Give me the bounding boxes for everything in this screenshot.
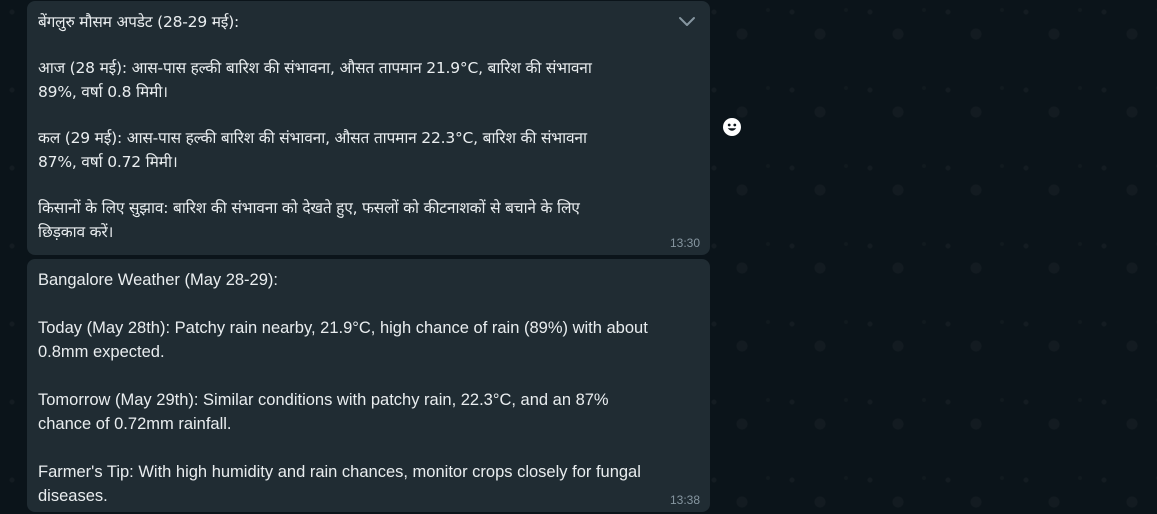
message-paragraph-tomorrow: कल (29 मई): आस-पास हल्की बारिश की संभावन… <box>38 129 587 171</box>
chevron-down-icon[interactable] <box>676 10 698 32</box>
message-bubble-english[interactable]: Bangalore Weather (May 28-29): Today (Ma… <box>27 259 710 512</box>
message-timestamp: 13:30 <box>669 236 700 250</box>
smiley-icon[interactable] <box>721 116 743 138</box>
message-title: बेंगलुरु मौसम अपडेट (28-29 मई): <box>38 13 240 31</box>
message-bubble-hindi[interactable]: बेंगलुरु मौसम अपडेट (28-29 मई): आज (28 म… <box>27 1 710 255</box>
message-paragraph-today: Today (May 28th): Patchy rain nearby, 21… <box>38 319 648 361</box>
chat-area[interactable]: बेंगलुरु मौसम अपडेट (28-29 मई): आज (28 म… <box>0 0 1157 514</box>
message-timestamp: 13:38 <box>669 493 700 507</box>
message-paragraph-tip: Farmer's Tip: With high humidity and rai… <box>38 463 641 505</box>
message-paragraph-tip: किसानों के लिए सुझाव: बारिश की संभावना क… <box>38 199 580 241</box>
message-paragraph-tomorrow: Tomorrow (May 29th): Similar conditions … <box>38 391 609 433</box>
message-title: Bangalore Weather (May 28-29): <box>38 271 278 289</box>
message-paragraph-today: आज (28 मई): आस-पास हल्की बारिश की संभावन… <box>38 59 592 101</box>
